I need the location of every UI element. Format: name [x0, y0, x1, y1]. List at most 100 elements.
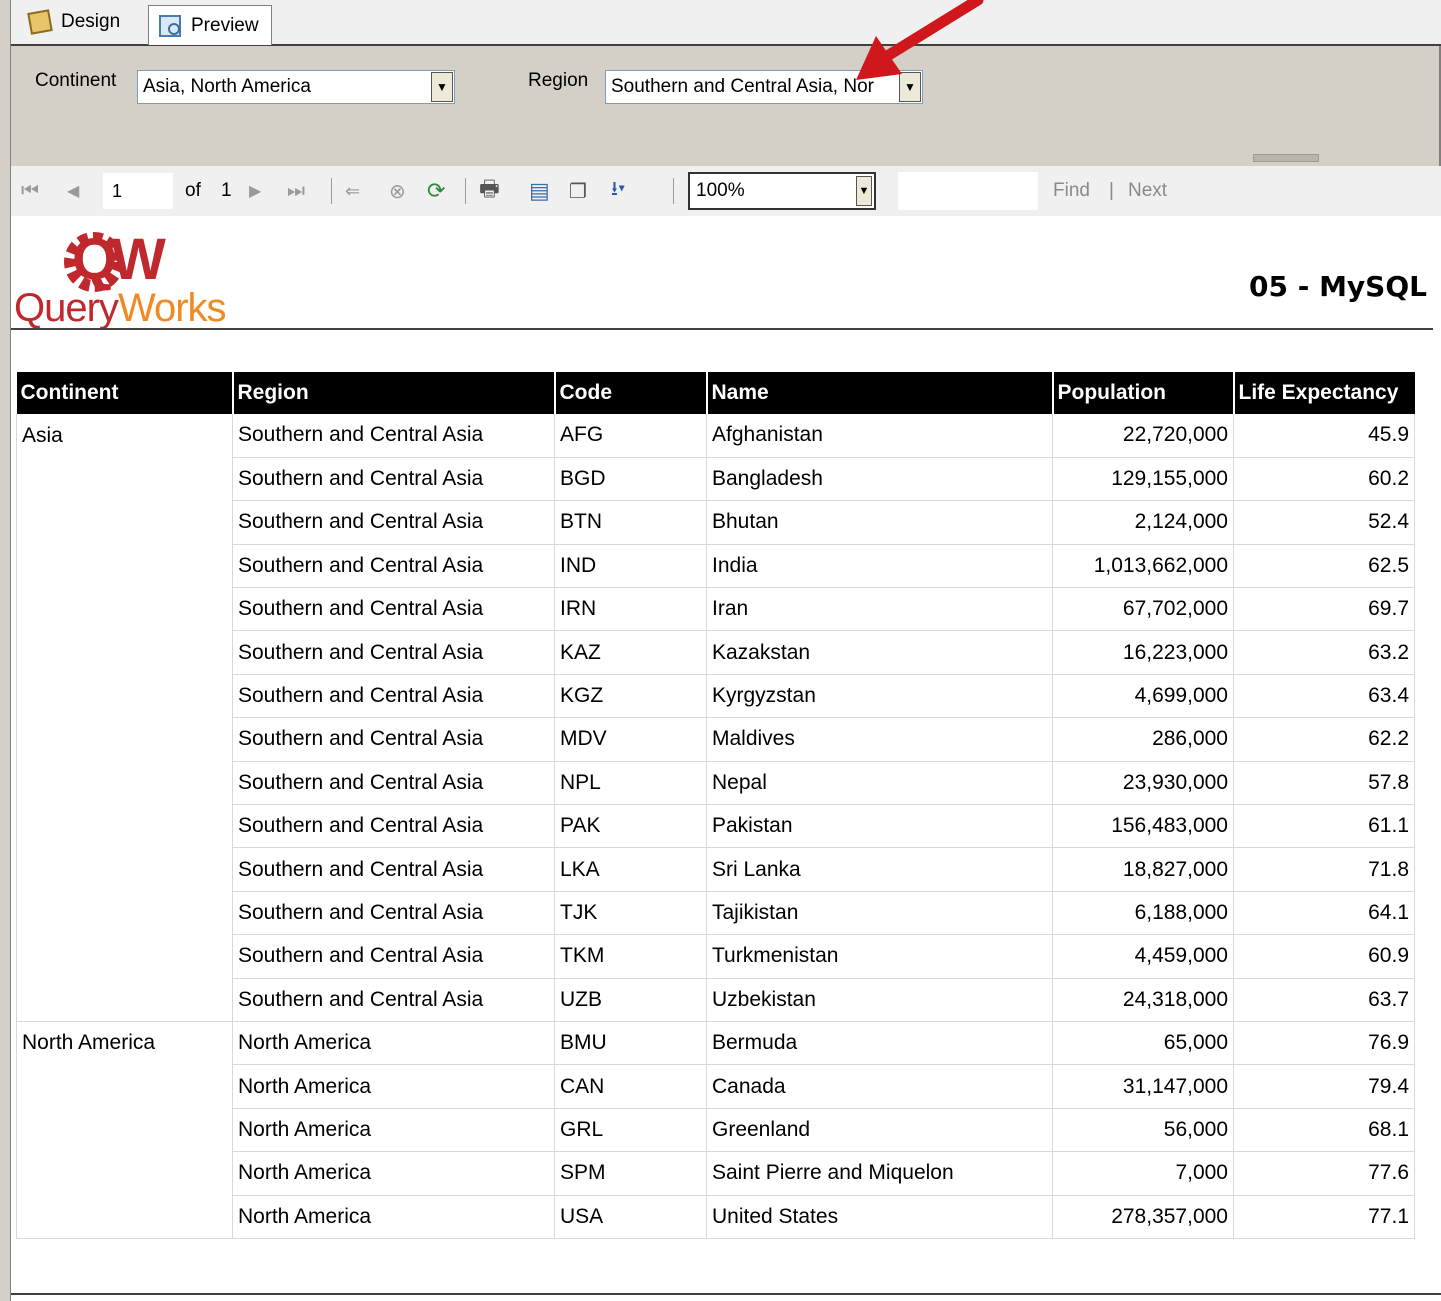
table-row: Southern and Central Asia TJK Tajikistan 6,… — [16, 891, 1415, 936]
next-link[interactable]: Next — [1128, 166, 1167, 216]
column-header-region: Region — [231, 372, 555, 414]
column-header-continent: Continent — [16, 372, 233, 414]
cell-name: Canada — [706, 1064, 1053, 1109]
table-row: Southern and Central Asia LKA Sri Lanka 18,… — [16, 847, 1415, 892]
cell-life-expectancy: 57.8 — [1233, 761, 1415, 806]
cell-population: 4,699,000 — [1052, 674, 1234, 719]
cell-continent — [16, 1195, 233, 1239]
continent-select-value: Asia, North America — [143, 76, 311, 97]
cell-code: AFG — [554, 414, 707, 458]
cell-continent — [16, 674, 233, 718]
table-header-row: Continent Region Code Name Population Li… — [16, 372, 1415, 414]
tab-preview[interactable]: Preview — [148, 5, 272, 45]
cell-name: Bhutan — [706, 500, 1053, 545]
cell-life-expectancy: 45.9 — [1233, 414, 1415, 458]
cell-population: 67,702,000 — [1052, 587, 1234, 632]
region-label: Region — [528, 70, 589, 91]
cell-code: USA — [554, 1195, 707, 1239]
table-row: North America North America BMU Bermuda 65,0… — [16, 1021, 1415, 1066]
cell-life-expectancy: 68.1 — [1233, 1108, 1415, 1153]
find-separator: | — [1109, 180, 1114, 201]
cell-population: 18,827,000 — [1052, 847, 1234, 892]
column-header-code: Code — [553, 372, 707, 414]
cell-life-expectancy: 61.1 — [1233, 804, 1415, 849]
cell-name: Pakistan — [706, 804, 1053, 849]
cell-continent — [16, 1151, 233, 1196]
cell-life-expectancy: 63.7 — [1233, 978, 1415, 1022]
cell-code: BMU — [554, 1021, 707, 1066]
report-table: Continent Region Code Name Population Li… — [16, 372, 1415, 1239]
export-icon[interactable]: ⭳▾ — [611, 166, 625, 216]
cell-continent — [16, 544, 233, 588]
table-row: Southern and Central Asia TKM Turkmenistan… — [16, 934, 1415, 979]
print-layout-icon[interactable]: ▤ — [529, 166, 550, 216]
left-frame-border — [0, 0, 11, 1301]
collapse-parameters-handle[interactable] — [1253, 154, 1319, 162]
last-page-icon[interactable]: ⏭ — [287, 166, 305, 216]
table-row: Southern and Central Asia IRN Iran 67,702,0… — [16, 587, 1415, 632]
refresh-icon[interactable]: ⟳ — [427, 166, 445, 216]
cell-region: Southern and Central Asia — [232, 500, 555, 545]
page-number-input[interactable]: 1 — [103, 173, 173, 209]
cell-code: UZB — [554, 978, 707, 1022]
table-row: Southern and Central Asia IND India 1,013,6… — [16, 544, 1415, 589]
table-row: Southern and Central Asia MDV Maldives 286,… — [16, 717, 1415, 762]
cell-region: Southern and Central Asia — [232, 804, 555, 849]
cell-region: Southern and Central Asia — [232, 891, 555, 936]
first-page-icon[interactable]: ⏮ — [21, 166, 39, 216]
cell-code: NPL — [554, 761, 707, 806]
table-row: North America GRL Greenland 56,000 68.1 — [16, 1108, 1415, 1153]
cell-name: Bermuda — [706, 1021, 1053, 1066]
table-row: Southern and Central Asia BTN Bhutan 2,124,… — [16, 500, 1415, 545]
cell-code: BTN — [554, 500, 707, 545]
cell-continent — [16, 978, 233, 1022]
zoom-select[interactable]: 100% ▼ — [688, 172, 876, 210]
tab-strip: Design Preview — [11, 0, 1441, 46]
stop-icon[interactable]: ⊗ — [389, 166, 406, 216]
footer-divider — [11, 1293, 1441, 1295]
continent-select[interactable]: Asia, North America ▼ — [137, 70, 455, 104]
cell-population: 278,357,000 — [1052, 1195, 1234, 1239]
cell-life-expectancy: 79.4 — [1233, 1064, 1415, 1109]
cell-region: Southern and Central Asia — [232, 544, 555, 589]
cell-life-expectancy: 52.4 — [1233, 500, 1415, 545]
cell-code: KGZ — [554, 674, 707, 719]
cell-code: MDV — [554, 717, 707, 762]
column-header-name: Name — [705, 372, 1053, 414]
cell-population: 1,013,662,000 — [1052, 544, 1234, 589]
cell-continent — [16, 847, 233, 892]
annotation-arrow-icon — [856, 0, 984, 80]
find-link[interactable]: Find — [1053, 166, 1090, 216]
chevron-down-icon[interactable]: ▼ — [431, 72, 453, 102]
table-row: North America SPM Saint Pierre and Miquelo… — [16, 1151, 1415, 1196]
cell-life-expectancy: 69.7 — [1233, 587, 1415, 632]
cell-life-expectancy: 60.2 — [1233, 457, 1415, 502]
cell-continent — [16, 934, 233, 979]
cell-code: TKM — [554, 934, 707, 979]
cell-region: Southern and Central Asia — [232, 978, 555, 1022]
cell-name: Turkmenistan — [706, 934, 1053, 979]
tab-design[interactable]: Design — [27, 4, 120, 40]
cell-name: United States — [706, 1195, 1053, 1239]
header-divider — [11, 328, 1433, 330]
back-to-parent-icon[interactable]: ⇐ — [345, 166, 360, 216]
cell-continent — [16, 457, 233, 501]
cell-life-expectancy: 77.1 — [1233, 1195, 1415, 1239]
print-icon[interactable]: 🖶 — [479, 166, 500, 216]
cell-code: BGD — [554, 457, 707, 502]
cell-name: Uzbekistan — [706, 978, 1053, 1022]
previous-page-icon[interactable]: ◀ — [67, 166, 79, 216]
find-input[interactable] — [898, 172, 1038, 210]
cell-population: 22,720,000 — [1052, 414, 1234, 458]
cell-region: Southern and Central Asia — [232, 717, 555, 762]
chevron-down-icon[interactable]: ▼ — [856, 176, 872, 206]
cell-name: Kazakstan — [706, 630, 1053, 675]
page-setup-icon[interactable]: ❐ — [569, 166, 587, 216]
cell-name: Saint Pierre and Miquelon — [706, 1151, 1053, 1196]
querywors-logo: QW QueryWorks — [14, 230, 266, 331]
next-page-icon[interactable]: ▶ — [249, 166, 261, 216]
cell-code: GRL — [554, 1108, 707, 1153]
report-title: 05 - MySQL — [1248, 270, 1427, 303]
cell-name: Nepal — [706, 761, 1053, 806]
cell-population: 24,318,000 — [1052, 978, 1234, 1022]
